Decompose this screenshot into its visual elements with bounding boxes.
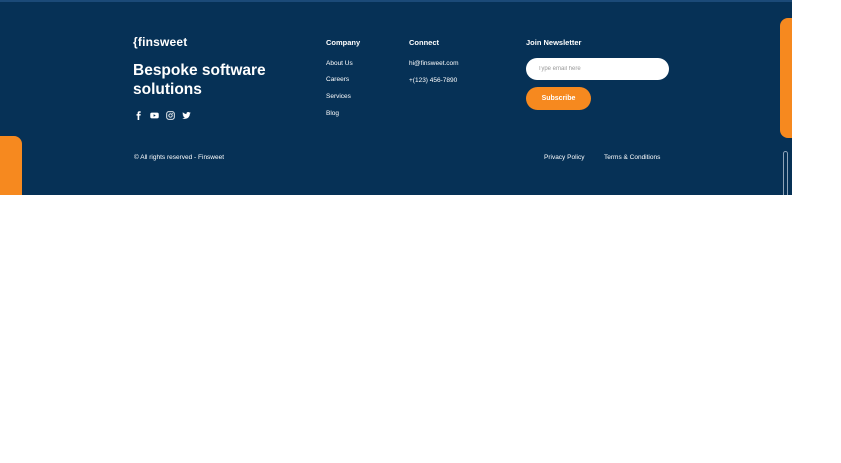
footer: {finsweet Bespoke software solutions Com… xyxy=(0,0,792,195)
company-title: Company xyxy=(326,38,361,47)
newsletter-email-input[interactable] xyxy=(526,58,669,80)
terms-link[interactable]: Terms & Conditions xyxy=(604,154,660,161)
company-link-blog[interactable]: Blog xyxy=(326,110,339,117)
copyright-text: © All rights reserved - Finsweet xyxy=(134,154,225,161)
connect-phone[interactable]: +(123) 456-7890 xyxy=(409,77,457,84)
connect-email[interactable]: hi@finsweet.com xyxy=(409,60,459,67)
instagram-icon[interactable] xyxy=(166,111,175,120)
company-link-careers[interactable]: Careers xyxy=(326,76,349,83)
connect-title: Connect xyxy=(409,38,439,47)
social-links xyxy=(134,111,191,120)
subscribe-button[interactable]: Subscribe xyxy=(526,87,591,110)
newsletter-title: Join Newsletter xyxy=(526,38,582,47)
privacy-policy-link[interactable]: Privacy Policy xyxy=(544,154,584,161)
facebook-icon[interactable] xyxy=(134,111,143,120)
accent-shape-left xyxy=(0,136,22,195)
scrollbar[interactable] xyxy=(783,151,788,195)
youtube-icon[interactable] xyxy=(150,111,159,120)
company-link-services[interactable]: Services xyxy=(326,93,351,100)
brand-tagline: Bespoke software solutions xyxy=(133,62,266,98)
company-link-about[interactable]: About Us xyxy=(326,60,353,67)
twitter-icon[interactable] xyxy=(182,111,191,120)
accent-shape-right xyxy=(780,18,792,138)
brand-logo[interactable]: {finsweet xyxy=(133,35,187,49)
